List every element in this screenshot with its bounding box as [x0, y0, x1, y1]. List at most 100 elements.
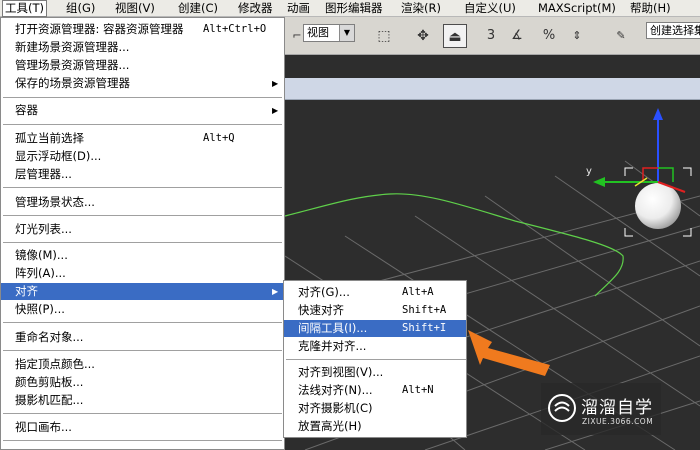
menu-item-array[interactable]: 阵列(A)...	[1, 265, 284, 282]
menu-item-label: 视口画布...	[15, 420, 72, 434]
menu-item-label: 管理场景资源管理器...	[15, 58, 130, 72]
menu-item-manage-scene-states[interactable]: 管理场景状态...	[1, 194, 284, 211]
menu-tools[interactable]: 工具(T)	[2, 0, 47, 17]
pivot-icon[interactable]: ⬚	[372, 24, 396, 48]
menu-separator	[3, 350, 282, 351]
submenu-item-align-to-view[interactable]: 对齐到视图(V)...	[284, 364, 466, 381]
submenu-item-clone-and-align[interactable]: 克隆并对齐...	[284, 338, 466, 355]
menu-item-label: 显示浮动框(D)...	[15, 149, 102, 163]
menu-item-viewport-canvas[interactable]: 视口画布...	[1, 419, 284, 436]
menu-item-display-floater[interactable]: 显示浮动框(D)...	[1, 148, 284, 165]
spinner-snap-icon[interactable]: ⇕	[565, 24, 589, 48]
submenu-item-label: 间隔工具(I)...	[298, 321, 368, 335]
menu-item-label: 灯光列表...	[15, 222, 72, 236]
axis-y-label: y	[586, 166, 592, 177]
menu-separator	[286, 359, 466, 360]
menu-item-isolate-selection[interactable]: 孤立当前选择 Alt+Q	[1, 130, 284, 147]
menu-separator	[3, 242, 282, 243]
menu-separator	[3, 215, 282, 216]
submenu-arrow-icon: ▶	[272, 79, 279, 88]
chevron-down-icon[interactable]: ▼	[339, 25, 354, 41]
menu-bar: 工具(T) 组(G) 视图(V) 创建(C) 修改器 动画 图形编辑器 渲染(R…	[0, 0, 700, 17]
menu-item-label: 孤立当前选择	[15, 131, 84, 145]
submenu-item-label: 对齐(G)...	[298, 285, 350, 299]
menu-item-mirror[interactable]: 镜像(M)...	[1, 247, 284, 264]
menu-separator	[3, 97, 282, 98]
snap-3-icon[interactable]: 3	[479, 24, 503, 48]
submenu-item-normal-align[interactable]: 法线对齐(N)... Alt+N	[284, 382, 466, 399]
submenu-item-quick-align[interactable]: 快速对齐 Shift+A	[284, 302, 466, 319]
menu-group[interactable]: 组(G)	[66, 1, 95, 16]
menu-item-manage-scene-explorer[interactable]: 管理场景资源管理器...	[1, 57, 284, 74]
move-icon[interactable]: ✥	[411, 24, 435, 48]
menu-separator	[3, 124, 282, 125]
submenu-item-label: 克隆并对齐...	[298, 339, 367, 353]
menu-item-label: 管理场景状态...	[15, 195, 95, 209]
menu-item-label: 打开资源管理器: 容器资源管理器	[15, 22, 184, 36]
viewport-label-strip	[285, 78, 700, 100]
menu-item-label: 快照(P)...	[15, 302, 65, 316]
submenu-item-shortcut: Shift+A	[402, 304, 447, 316]
menu-separator	[3, 413, 282, 414]
submenu-item-label: 放置高光(H)	[298, 419, 362, 433]
menu-item-new-scene-explorer[interactable]: 新建场景资源管理器...	[1, 39, 284, 56]
reference-coordinate-select[interactable]: 视图 ▼	[303, 24, 355, 42]
submenu-item-label: 快速对齐	[298, 303, 344, 317]
watermark: 溜溜自学 ZIXUE.3066.COM	[541, 383, 661, 435]
submenu-arrow-icon: ▶	[272, 106, 279, 115]
menu-help[interactable]: 帮助(H)	[630, 1, 671, 16]
submenu-item-shortcut: Shift+I	[402, 322, 447, 334]
percent-snap-icon[interactable]: %	[537, 24, 561, 48]
menu-item-assign-vertex-colors[interactable]: 指定顶点颜色...	[1, 356, 284, 373]
edit-named-selection-icon[interactable]: ✎	[609, 24, 633, 48]
menu-separator	[3, 187, 282, 188]
view-select-value: 视图	[307, 26, 329, 39]
menu-animation[interactable]: 动画	[287, 1, 310, 16]
menu-item-color-clipboard[interactable]: 颜色剪贴板...	[1, 374, 284, 391]
menu-graph-editors[interactable]: 图形编辑器	[325, 1, 383, 16]
menu-item-label: 重命名对象...	[15, 330, 84, 344]
menu-item-camera-match[interactable]: 摄影机匹配...	[1, 392, 284, 409]
align-submenu: 对齐(G)... Alt+A 快速对齐 Shift+A 间隔工具(I)... S…	[283, 280, 467, 438]
menu-item-label: 对齐	[15, 284, 38, 298]
menu-item-label: 颜色剪贴板...	[15, 375, 84, 389]
menu-item-containers[interactable]: 容器 ▶	[1, 102, 284, 119]
create-selection-set-field[interactable]: 创建选择集	[646, 22, 700, 39]
menu-separator	[3, 440, 282, 441]
menu-create[interactable]: 创建(C)	[178, 1, 218, 16]
menu-item-open-explorer[interactable]: 打开资源管理器: 容器资源管理器 Alt+Ctrl+O	[1, 21, 284, 38]
watermark-url: ZIXUE.3066.COM	[582, 417, 654, 426]
menu-item-snapshot[interactable]: 快照(P)...	[1, 301, 284, 318]
submenu-item-place-highlight[interactable]: 放置高光(H)	[284, 418, 466, 435]
sphere-object[interactable]	[635, 183, 681, 229]
menu-item-label: 阵列(A)...	[15, 266, 66, 280]
tools-dropdown-menu: 打开资源管理器: 容器资源管理器 Alt+Ctrl+O 新建场景资源管理器...…	[0, 17, 285, 450]
menu-item-light-lister[interactable]: 灯光列表...	[1, 221, 284, 238]
main-toolbar: ⌐ 视图 ▼ ⬚ ✥ ⏏ 3 ∡ % ⇕ ✎ 创建选择集	[285, 17, 700, 55]
menu-customize[interactable]: 自定义(U)	[464, 1, 516, 16]
menu-views[interactable]: 视图(V)	[115, 1, 155, 16]
menu-item-rename-objects[interactable]: 重命名对象...	[1, 329, 284, 346]
watermark-title: 溜溜自学	[581, 398, 653, 418]
watermark-logo-icon	[548, 394, 576, 422]
submenu-item-spacing-tool[interactable]: 间隔工具(I)... Shift+I	[284, 320, 466, 337]
menu-item-label: 容器	[15, 103, 38, 117]
submenu-item-align[interactable]: 对齐(G)... Alt+A	[284, 284, 466, 301]
submenu-item-align-camera[interactable]: 对齐摄影机(C)	[284, 400, 466, 417]
align-icon[interactable]: ⏏	[443, 24, 467, 48]
menu-item-shortcut: Alt+Ctrl+O	[203, 23, 267, 35]
angle-snap-icon[interactable]: ∡	[505, 24, 529, 48]
menu-modifiers[interactable]: 修改器	[238, 1, 273, 16]
menu-item-saved-scene-explorers[interactable]: 保存的场景资源管理器 ▶	[1, 75, 284, 92]
transform-gizmo[interactable]	[593, 108, 686, 193]
submenu-item-label: 法线对齐(N)...	[298, 383, 373, 397]
menu-rendering[interactable]: 渲染(R)	[401, 1, 441, 16]
menu-item-label: 摄影机匹配...	[15, 393, 84, 407]
menu-item-align[interactable]: 对齐 ▶	[1, 283, 284, 300]
menu-item-label: 指定顶点颜色...	[15, 357, 95, 371]
menu-maxscript[interactable]: MAXScript(M)	[538, 1, 616, 16]
menu-item-layer-manager[interactable]: 层管理器...	[1, 166, 284, 183]
menu-separator	[3, 322, 282, 323]
submenu-arrow-icon: ▶	[272, 287, 279, 296]
menu-item-label: 镜像(M)...	[15, 248, 68, 262]
